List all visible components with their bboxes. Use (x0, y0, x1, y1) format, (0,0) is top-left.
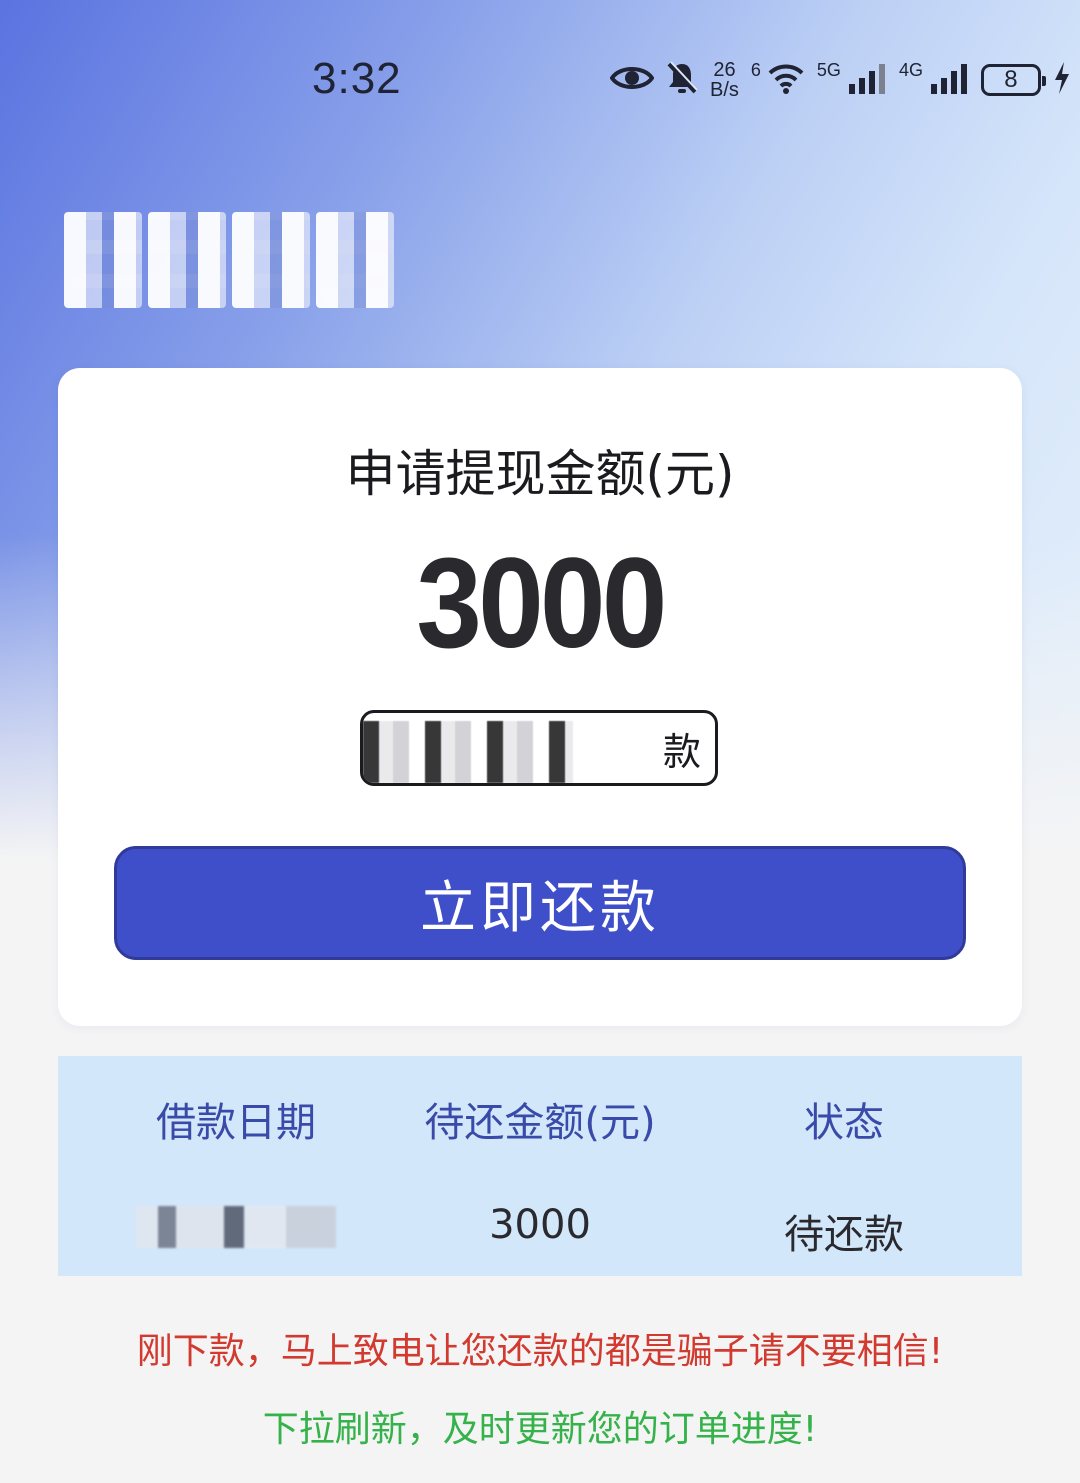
table-header-amount-due: 待还金额(元) (424, 1100, 656, 1146)
battery-level: 8 (1004, 66, 1018, 93)
net-speed-unit: B/s (710, 79, 739, 101)
status-bar: 3:32 26 B/s 6 5G 4G 8 (0, 40, 1080, 120)
scam-warning-notice: 刚下款，马上致电让您还款的都是骗子请不要相信! (136, 1331, 944, 1372)
wifi-label: 6 (750, 59, 761, 80)
withdraw-amount-value: 3000 (416, 532, 667, 675)
repayment-table: 借款日期 待还金额(元) 状态 3000 待还款 (58, 1056, 1022, 1276)
table-header-loan-date: 借款日期 (156, 1100, 316, 1146)
repay-now-button[interactable]: 立即还款 (114, 846, 966, 960)
signal-bars-icon (847, 62, 887, 98)
redacted-mosaic (316, 212, 394, 308)
pull-refresh-hint: 下拉刷新，及时更新您的订单进度! (262, 1409, 818, 1450)
due-date-note: 款 (360, 710, 718, 786)
wifi-icon (767, 61, 805, 99)
signal-1-label: 5G (816, 59, 841, 80)
signal-2-label: 4G (898, 59, 923, 80)
table-cell-status: 待还款 (784, 1212, 904, 1258)
redacted-mosaic (363, 721, 573, 783)
bell-muted-icon (666, 61, 698, 99)
redacted-mosaic (148, 212, 226, 308)
status-icons: 26 B/s 6 5G 4G 8 (609, 56, 1071, 104)
redacted-mosaic (232, 212, 310, 308)
eye-icon (609, 63, 655, 97)
due-date-note-suffix: 款 (662, 729, 701, 774)
signal-bars-icon (929, 62, 969, 98)
app-title-redacted (64, 212, 394, 308)
net-speed-indicator: 26 B/s (710, 60, 739, 100)
battery-indicator: 8 (980, 64, 1046, 96)
redacted-mosaic (64, 212, 142, 308)
charging-icon (1053, 61, 1071, 99)
withdraw-amount-label: 申请提现金额(元) (345, 445, 735, 503)
table-cell-amount-due: 3000 (489, 1202, 591, 1248)
net-speed-value: 26 (713, 59, 736, 81)
loan-summary-card: 申请提现金额(元) 3000 款 立即还款 (58, 368, 1022, 1026)
redacted-loan-date (136, 1206, 336, 1248)
table-header-status: 状态 (804, 1100, 884, 1146)
status-time: 3:32 (312, 54, 402, 103)
